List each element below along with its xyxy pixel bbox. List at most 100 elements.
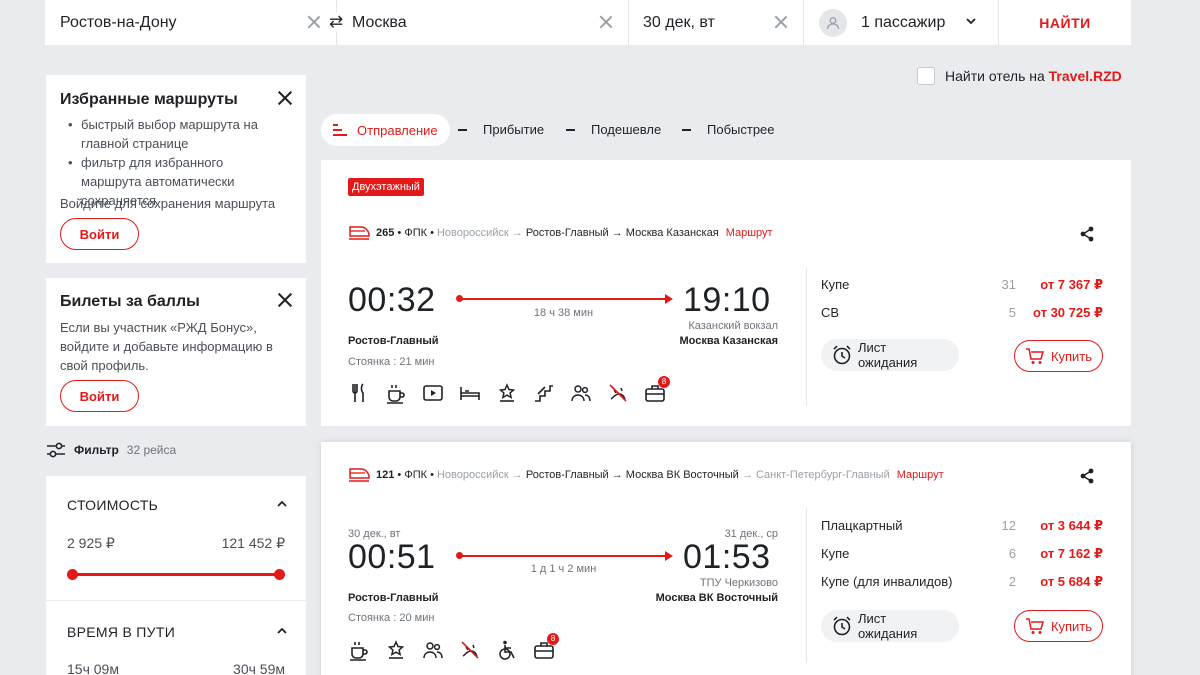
clear-from-icon[interactable] bbox=[306, 14, 322, 30]
arrival-station: Москва ВК Восточный bbox=[655, 592, 778, 604]
buy-button[interactable]: Купить bbox=[1014, 610, 1103, 642]
luggage-icon-wrap: 8 bbox=[533, 633, 559, 661]
route-link[interactable]: Маршрут bbox=[726, 227, 773, 239]
origin-station: Новороссийск → bbox=[436, 469, 523, 481]
departure-station: Ростов-Главный bbox=[348, 592, 439, 604]
alarm-clock-icon bbox=[833, 616, 851, 636]
sort-arrival[interactable]: Прибытие bbox=[458, 122, 544, 137]
departure-time: 00:51 bbox=[348, 538, 436, 576]
class-name: СВ bbox=[821, 305, 840, 320]
close-favorites-icon[interactable] bbox=[278, 91, 292, 105]
seat-count: 2 bbox=[1008, 574, 1016, 589]
favorites-login-button[interactable]: Войти bbox=[60, 218, 139, 250]
person-icon bbox=[819, 8, 847, 37]
class-name: Плацкартный bbox=[821, 518, 903, 533]
no-pets-icon bbox=[461, 641, 479, 659]
train-card: Двухэтажный 265 • ФПК • Новороссийск → Р… bbox=[321, 160, 1131, 426]
amenities: 8 bbox=[348, 633, 559, 661]
arrival-time: 19:10 bbox=[683, 281, 771, 319]
route-link[interactable]: Маршрут bbox=[897, 469, 944, 481]
route-text: Ростов-Главный → Москва Казанская bbox=[525, 227, 719, 239]
cost-min: 2 925 ₽ bbox=[67, 535, 115, 551]
dash-icon bbox=[566, 128, 575, 131]
clear-to-icon[interactable] bbox=[598, 14, 614, 30]
bed-icon bbox=[460, 387, 480, 400]
favorites-note: Войдите для сохранения маршрута bbox=[60, 196, 276, 211]
cost-slider-max-handle[interactable] bbox=[274, 569, 285, 580]
share-icon[interactable] bbox=[1080, 226, 1094, 242]
buy-button[interactable]: Купить bbox=[1014, 340, 1103, 372]
chevron-up-icon[interactable] bbox=[277, 627, 287, 634]
arrow-right-icon bbox=[665, 551, 673, 561]
restaurant-icon bbox=[352, 383, 364, 402]
hotel-checkbox[interactable] bbox=[917, 67, 935, 85]
share-icon[interactable] bbox=[1080, 468, 1094, 484]
bonus-login-button[interactable]: Войти bbox=[60, 380, 139, 412]
find-button-label: НАЙТИ bbox=[1039, 14, 1091, 31]
time-max: 30ч 59м bbox=[233, 661, 285, 675]
arrival-station: Москва Казанская bbox=[679, 335, 779, 347]
chevron-up-icon[interactable] bbox=[277, 500, 287, 507]
swap-icon[interactable]: ⇄ bbox=[327, 12, 345, 32]
bonus-title: Билеты за баллы bbox=[60, 293, 200, 310]
wheelchair-icon bbox=[499, 640, 515, 660]
date-field[interactable]: 30 дек, вт bbox=[629, 0, 804, 45]
time-min: 15ч 09м bbox=[67, 661, 119, 675]
class-row[interactable]: Плацкартный 12 от 3 644 ₽ bbox=[821, 516, 1103, 544]
cost-filter-title[interactable]: СТОИМОСТЬ bbox=[67, 497, 158, 513]
chevron-down-icon bbox=[966, 18, 976, 25]
train-card: 121 • ФПК • Новороссийск → Ростов-Главны… bbox=[321, 442, 1131, 675]
waitlist-button[interactable]: Лист ожидания bbox=[821, 339, 959, 371]
sort-cheaper[interactable]: Подешевле bbox=[566, 122, 661, 137]
class-list: Плацкартный 12 от 3 644 ₽ Купе 6 от 7 16… bbox=[821, 516, 1103, 600]
seat-count: 12 bbox=[1001, 518, 1016, 533]
class-price: от 3 644 ₽ bbox=[1040, 518, 1103, 533]
route-line bbox=[461, 298, 666, 300]
class-row[interactable]: Купе (для инвалидов) 2 от 5 684 ₽ bbox=[821, 572, 1103, 600]
cart-icon bbox=[1025, 348, 1044, 364]
to-input[interactable]: Москва bbox=[352, 14, 407, 32]
destination-tail: → Санкт-Петербург-Главный bbox=[741, 469, 890, 481]
cost-slider-min-handle[interactable] bbox=[67, 569, 78, 580]
origin-station: Новороссийск → bbox=[436, 227, 523, 239]
from-input[interactable]: Ростов-на-Дону bbox=[60, 14, 177, 32]
class-row[interactable]: Купе 31 от 7 367 ₽ bbox=[821, 275, 1103, 303]
divider bbox=[806, 268, 807, 406]
close-bonus-icon[interactable] bbox=[278, 293, 292, 307]
cost-max: 121 452 ₽ bbox=[221, 535, 285, 551]
star-service-icon bbox=[498, 383, 516, 402]
waitlist-button[interactable]: Лист ожидания bbox=[821, 610, 959, 642]
time-filter-title[interactable]: ВРЕМЯ В ПУТИ bbox=[67, 624, 175, 640]
filter-label: Фильтр bbox=[74, 443, 119, 457]
passengers-select[interactable]: 1 пассажир bbox=[804, 0, 999, 45]
hotel-label: Найти отель на Travel.RZD bbox=[945, 68, 1122, 84]
date-input[interactable]: 30 дек, вт bbox=[643, 14, 715, 32]
class-row[interactable]: Купе 6 от 7 162 ₽ bbox=[821, 544, 1103, 572]
duration: 1 д 1 ч 2 мин bbox=[530, 563, 597, 575]
filter-count: 32 рейса bbox=[126, 443, 177, 457]
class-price: от 5 684 ₽ bbox=[1040, 574, 1103, 589]
class-price: от 7 162 ₽ bbox=[1040, 546, 1103, 561]
stop-duration: Стоянка : 20 мин bbox=[348, 612, 435, 624]
train-number: 121 bbox=[376, 469, 395, 481]
sort-icon bbox=[333, 124, 347, 136]
video-icon bbox=[423, 385, 443, 401]
train-icon bbox=[349, 468, 370, 482]
travel-rzd-link[interactable]: Travel.RZD bbox=[1049, 68, 1122, 84]
amenities: 8 bbox=[348, 376, 670, 404]
departure-time: 00:32 bbox=[348, 281, 436, 319]
find-button[interactable]: НАЙТИ bbox=[999, 0, 1131, 45]
to-field[interactable]: Москва bbox=[337, 0, 629, 45]
class-name: Купе (для инвалидов) bbox=[821, 574, 953, 589]
from-field[interactable]: Ростов-на-Дону ⇄ bbox=[45, 0, 345, 45]
sort-departure[interactable]: Отправление bbox=[321, 114, 450, 146]
route-line bbox=[461, 555, 666, 557]
coffee-icon bbox=[387, 385, 405, 404]
class-row[interactable]: СВ 5 от 30 725 ₽ bbox=[821, 303, 1103, 331]
clear-date-icon[interactable] bbox=[773, 14, 789, 30]
passengers-value: 1 пассажир bbox=[861, 13, 946, 31]
sort-faster[interactable]: Побыстрее bbox=[682, 122, 775, 137]
coffee-icon bbox=[350, 642, 368, 661]
filter-toggle[interactable]: Фильтр 32 рейса bbox=[46, 441, 176, 459]
class-price: от 7 367 ₽ bbox=[1040, 277, 1103, 292]
